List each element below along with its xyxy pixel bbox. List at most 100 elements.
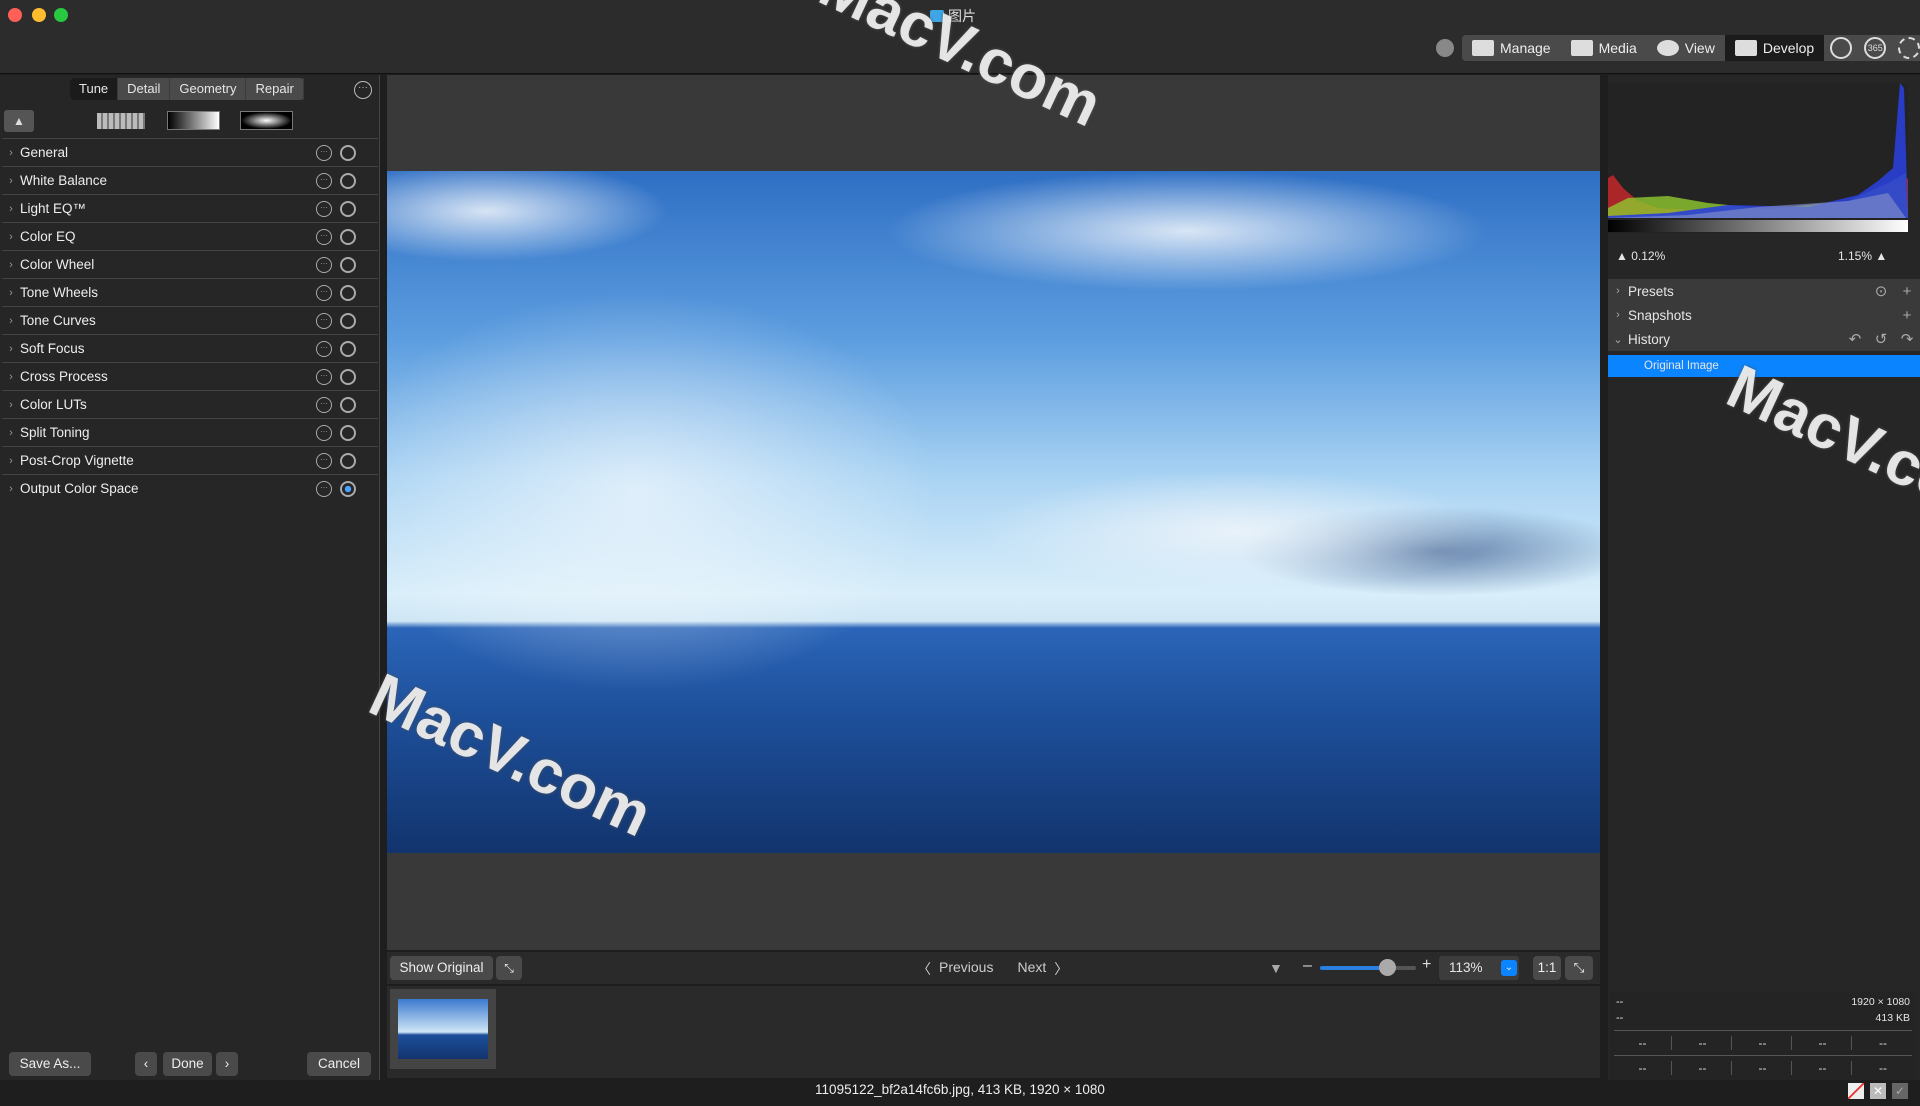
panel-options-icon[interactable]: ··· [316, 144, 332, 161]
people-icon[interactable] [1830, 37, 1853, 59]
panel-enable-toggle[interactable] [340, 200, 356, 217]
viewer-controls: Show Original ⤡ 〈 Previous Next 〉 ▼ – + … [387, 952, 1600, 984]
thumbnail[interactable] [390, 989, 496, 1069]
minimize-window-button[interactable] [32, 8, 46, 22]
next-chevron-icon[interactable]: 〉 [1054, 959, 1068, 979]
panel-row[interactable]: › Output Color Space ··· [2, 474, 378, 502]
previous-button[interactable]: Previous [939, 959, 993, 979]
highlight-clip-warning-icon[interactable]: ▲ [1872, 249, 1887, 263]
panel-options-icon[interactable]: ··· [316, 340, 332, 357]
panel-row[interactable]: › Tone Wheels ··· [2, 278, 378, 306]
panel-label: Post-Crop Vignette [20, 453, 134, 468]
panel-options-icon[interactable]: ··· [316, 480, 332, 497]
zoom-level-select[interactable]: 113% ⌄ [1439, 956, 1519, 980]
next-button[interactable]: Next [1017, 959, 1046, 979]
panel-enable-toggle[interactable] [340, 424, 356, 441]
panel-options-icon[interactable]: ··· [316, 312, 332, 329]
user-icon[interactable] [1436, 39, 1454, 57]
more-options-icon[interactable]: ··· [354, 81, 372, 99]
panel-options-icon[interactable]: ··· [316, 424, 332, 441]
adjust-tabs: Tune Detail Geometry Repair [70, 78, 304, 100]
zoom-slider-knob[interactable] [1379, 959, 1397, 976]
panel-row[interactable]: › Tone Curves ··· [2, 306, 378, 334]
linear-gradient-icon[interactable] [167, 111, 220, 130]
zoom-slider[interactable] [1320, 959, 1416, 976]
panel-enable-toggle[interactable] [340, 452, 356, 469]
add-preset-icon[interactable]: + [1894, 283, 1920, 300]
panel-row[interactable]: › Soft Focus ··· [2, 334, 378, 362]
view-button[interactable]: View [1647, 35, 1725, 61]
panel-row[interactable]: › Color EQ ··· [2, 222, 378, 250]
more-options-icon[interactable]: ⊙ [1868, 282, 1894, 300]
panel-enable-toggle[interactable] [340, 228, 356, 245]
sync-icon[interactable] [1898, 37, 1920, 59]
previous-chevron-icon[interactable]: 〈 [917, 959, 931, 979]
panel-enable-toggle[interactable] [340, 256, 356, 273]
panel-options-icon[interactable]: ··· [316, 396, 332, 413]
develop-button[interactable]: Develop [1724, 35, 1825, 61]
chevron-right-icon: › [9, 230, 13, 243]
tab-tune[interactable]: Tune [70, 78, 119, 100]
365-icon[interactable]: 365 [1864, 37, 1887, 59]
done-button[interactable]: Done [163, 1052, 212, 1076]
panel-row[interactable]: › Cross Process ··· [2, 362, 378, 390]
panel-row[interactable]: › White Balance ··· [2, 166, 378, 194]
shadow-clip-warning-icon[interactable]: ▲ [1616, 249, 1631, 263]
panel-enable-toggle[interactable] [340, 312, 356, 329]
photo-preview[interactable] [387, 171, 1600, 853]
zoom-in-icon[interactable]: + [1422, 956, 1431, 974]
close-window-button[interactable] [8, 8, 22, 22]
panel-enable-toggle[interactable] [340, 396, 356, 413]
panel-enable-toggle[interactable] [340, 144, 356, 161]
manage-button[interactable]: Manage [1462, 35, 1561, 61]
panel-options-icon[interactable]: ··· [316, 368, 332, 385]
tab-repair[interactable]: Repair [246, 78, 304, 100]
panel-options-icon[interactable]: ··· [316, 228, 332, 245]
panel-enable-toggle[interactable] [340, 284, 356, 301]
panel-row[interactable]: › General ··· [2, 138, 378, 166]
media-button[interactable]: Media [1561, 35, 1647, 61]
fit-expand-icon[interactable]: ⤡ [496, 956, 522, 980]
accept-icon[interactable]: ✓ [1892, 1083, 1908, 1099]
zoom-menu-triangle-icon[interactable]: ▼ [1269, 960, 1283, 976]
panel-row[interactable]: › Light EQ™ ··· [2, 194, 378, 222]
revert-icon[interactable]: ↺ [1868, 330, 1894, 348]
clip-overlay-icon[interactable] [1848, 1083, 1864, 1099]
previous-image-button[interactable]: ‹ [135, 1052, 157, 1076]
snapshots-section[interactable]: › Snapshots + [1608, 303, 1920, 327]
panel-options-icon[interactable]: ··· [316, 256, 332, 273]
radial-gradient-icon[interactable] [240, 111, 293, 130]
panel-options-icon[interactable]: ··· [316, 172, 332, 189]
panel-options-icon[interactable]: ··· [316, 452, 332, 469]
tab-detail[interactable]: Detail [118, 78, 171, 100]
cancel-button[interactable]: Cancel [307, 1052, 371, 1076]
tab-geometry[interactable]: Geometry [170, 78, 247, 100]
panel-enable-toggle[interactable] [340, 340, 356, 357]
brush-icon[interactable] [97, 113, 145, 129]
zoom-out-icon[interactable]: – [1303, 957, 1312, 975]
panel-enable-toggle[interactable] [340, 172, 356, 189]
history-item[interactable]: Original Image [1608, 355, 1920, 377]
info-field: -- [1616, 996, 1624, 1008]
panel-enable-toggle[interactable] [340, 480, 356, 497]
one-to-one-button[interactable]: 1:1 [1533, 956, 1561, 980]
redo-icon[interactable]: ↷ [1894, 330, 1920, 348]
show-original-button[interactable]: Show Original [390, 956, 493, 980]
presets-section[interactable]: › Presets ⊙ + [1608, 279, 1920, 303]
panel-options-icon[interactable]: ··· [316, 200, 332, 217]
reject-icon[interactable]: ✕ [1870, 1083, 1886, 1099]
panel-options-icon[interactable]: ··· [316, 284, 332, 301]
panel-enable-toggle[interactable] [340, 368, 356, 385]
zoom-window-button[interactable] [54, 8, 68, 22]
panel-row[interactable]: › Color Wheel ··· [2, 250, 378, 278]
panel-row[interactable]: › Split Toning ··· [2, 418, 378, 446]
clipping-warning-button[interactable]: ▲ [4, 110, 34, 132]
panel-row[interactable]: › Color LUTs ··· [2, 390, 378, 418]
panel-row[interactable]: › Post-Crop Vignette ··· [2, 446, 378, 474]
history-section[interactable]: ⌄ History ↶ ↺ ↷ [1608, 327, 1920, 351]
fit-to-window-icon[interactable]: ⤡ [1565, 956, 1593, 980]
next-image-button[interactable]: › [216, 1052, 238, 1076]
add-snapshot-icon[interactable]: + [1894, 307, 1920, 324]
undo-icon[interactable]: ↶ [1842, 330, 1868, 348]
save-as-button[interactable]: Save As... [9, 1052, 91, 1076]
